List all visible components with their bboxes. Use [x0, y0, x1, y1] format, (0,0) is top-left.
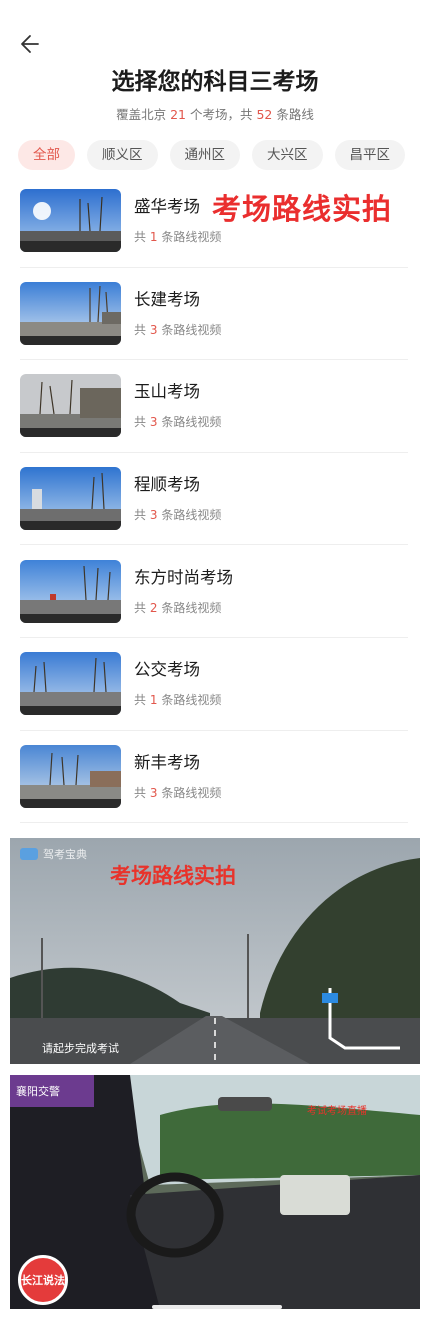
- district-filter-bar: 全部 顺义区 通州区 大兴区 昌平区: [18, 140, 418, 170]
- route-thumbnail: [20, 467, 121, 531]
- route-count-text: 共 1 条路线视频: [134, 230, 222, 245]
- list-item[interactable]: 长建考场 共 3 条路线视频: [20, 268, 408, 361]
- exam-live-banner[interactable]: 襄阳交警 考试考场直播 长江说法: [10, 1075, 420, 1309]
- center-name: 长建考场: [134, 289, 200, 309]
- route-thumbnail: [20, 189, 121, 253]
- page-subtitle: 覆盖北京 21 个考场，共 52 条路线: [116, 107, 314, 122]
- center-name: 东方时尚考场: [134, 567, 233, 587]
- route-count-text: 共 3 条路线视频: [134, 322, 222, 337]
- list-item[interactable]: 玉山考场 共 3 条路线视频: [20, 360, 408, 453]
- app-logo-icon: [20, 848, 38, 860]
- app-watermark: 驾考宝典: [20, 846, 87, 862]
- center-name: 盛华考场: [134, 197, 200, 217]
- route-thumbnail: [20, 652, 121, 716]
- filter-chip-all[interactable]: 全部: [18, 140, 75, 170]
- route-count-text: 共 3 条路线视频: [134, 785, 222, 800]
- route-count-text: 共 2 条路线视频: [134, 600, 222, 615]
- filter-chip-tongzhou[interactable]: 通州区: [169, 140, 240, 170]
- route-thumbnail: [20, 281, 121, 345]
- route-thumbnail: [20, 559, 121, 623]
- page-title: 选择您的科目三考场: [111, 69, 319, 95]
- route-count-text: 共 3 条路线视频: [134, 415, 222, 430]
- channel-tag: 襄阳交警: [10, 1075, 94, 1107]
- list-item[interactable]: 程顺考场 共 3 条路线视频: [20, 453, 408, 546]
- filter-chip-shunyi[interactable]: 顺义区: [87, 140, 158, 170]
- center-name: 程顺考场: [134, 475, 200, 495]
- video-caption: 请起步完成考试: [42, 1042, 119, 1055]
- route-video-banner[interactable]: 驾考宝典 考场路线实拍 请起步完成考试: [10, 838, 420, 1064]
- centers-count: 21: [170, 107, 186, 122]
- live-caption: 考试考场直播: [307, 1106, 367, 1117]
- route-thumbnail: [20, 744, 121, 808]
- list-item[interactable]: 东方时尚考场 共 2 条路线视频: [20, 545, 408, 638]
- arrow-left-icon: [21, 35, 39, 53]
- filter-chip-changping[interactable]: 昌平区: [334, 140, 405, 170]
- banner-title: 考场路线实拍: [110, 864, 236, 888]
- list-item[interactable]: 公交考场 共 1 条路线视频: [20, 638, 408, 731]
- routes-count: 52: [256, 107, 273, 122]
- exam-center-list: 盛华考场 共 1 条路线视频 长建考场 共 3 条路线视频 玉山考场 共 3 条…: [20, 175, 408, 824]
- route-thumbnail: [20, 374, 121, 438]
- center-name: 新丰考场: [134, 752, 200, 772]
- back-button[interactable]: [18, 30, 46, 58]
- overlay-caption: 考场路线实拍: [212, 192, 393, 226]
- list-item[interactable]: 新丰考场 共 3 条路线视频: [20, 731, 408, 824]
- center-name: 公交考场: [134, 660, 200, 680]
- route-count-text: 共 3 条路线视频: [134, 508, 222, 523]
- route-count-text: 共 1 条路线视频: [134, 693, 222, 708]
- program-badge: 长江说法: [18, 1255, 68, 1305]
- center-name: 玉山考场: [134, 382, 200, 402]
- filter-chip-daxing[interactable]: 大兴区: [252, 140, 323, 170]
- home-indicator[interactable]: [152, 1305, 282, 1309]
